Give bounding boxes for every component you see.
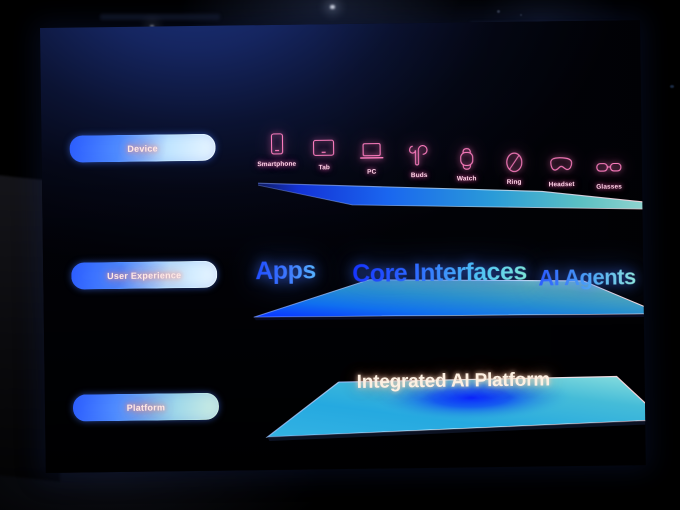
smartwatch-icon [457,143,475,173]
smart-glasses-icon [596,151,622,181]
ux-word-apps: Apps [255,256,316,286]
ux-word-core-interfaces: Core Interfaces [352,257,527,288]
device-item-watch[interactable]: Watch [443,143,490,183]
category-pill-device[interactable]: Device [69,133,216,163]
smartphone-icon [270,129,283,159]
device-label: Tab [318,164,331,172]
tablet-icon [313,132,335,162]
slide-content: Device Smartphone Tab PC Buds Watch Ring… [40,20,646,473]
category-pill-user-experience-label: User Experience [107,269,182,281]
device-item-smartphone[interactable]: Smartphone [253,129,300,169]
light-speck [497,10,500,13]
device-item-tab[interactable]: Tab [301,132,348,172]
platform-headline: Integrated AI Platform [356,369,551,393]
user-experience-headline-group: Apps Core Interfaces AI Agents [255,248,643,293]
auditorium-stage: Device Smartphone Tab PC Buds Watch Ring… [0,0,680,510]
device-label: Buds [410,171,428,180]
earbuds-icon [409,140,429,170]
slide-canvas: Device Smartphone Tab PC Buds Watch Ring… [40,20,646,473]
light-speck [670,85,674,88]
device-icon-strip: Smartphone Tab PC Buds Watch Ring Headse… [253,124,632,191]
category-pill-user-experience[interactable]: User Experience [71,260,218,290]
device-label: Ring [506,178,522,186]
device-label: Headset [548,181,575,189]
device-item-buds[interactable]: Buds [396,140,443,180]
device-label: Smartphone [257,160,297,169]
device-item-glasses[interactable]: Glasses [586,151,633,191]
stage-spotlight [330,5,335,9]
ceiling-truss [100,14,220,20]
ux-word-ai-agents: AI Agents [538,264,636,291]
category-pill-platform-label: Platform [126,401,166,413]
device-item-headset[interactable]: Headset [538,149,585,189]
device-label: Watch [456,175,477,183]
device-item-pc[interactable]: PC [348,136,395,176]
category-pill-platform[interactable]: Platform [72,392,220,422]
smart-ring-icon [504,147,523,177]
led-presentation-screen: Device Smartphone Tab PC Buds Watch Ring… [40,20,646,473]
light-speck [520,14,522,16]
category-pill-device-label: Device [127,142,158,154]
xr-headset-icon [549,149,574,179]
laptop-icon [359,137,384,167]
device-item-ring[interactable]: Ring [491,147,538,187]
device-label: Glasses [596,183,622,191]
device-label: PC [367,168,377,176]
